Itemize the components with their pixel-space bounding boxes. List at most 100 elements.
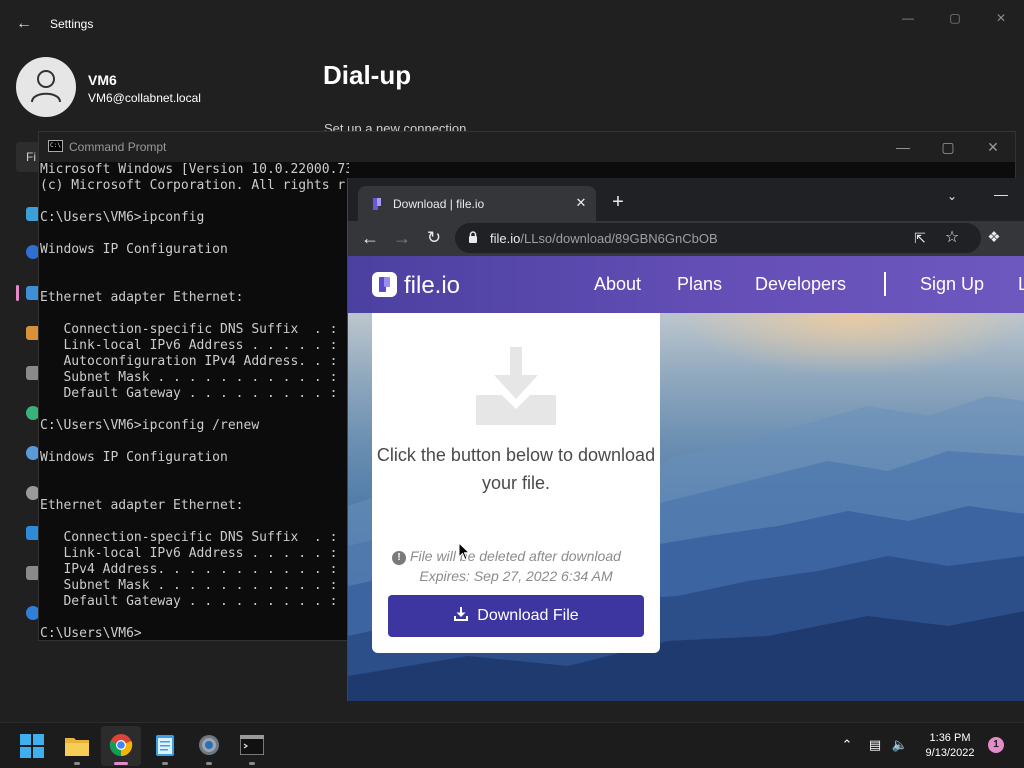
nav-plans[interactable]: Plans — [677, 274, 722, 295]
taskbar-settings[interactable] — [189, 726, 229, 766]
new-tab-button[interactable]: + — [606, 190, 630, 214]
cmd-title: Command Prompt — [69, 140, 167, 154]
taskbar-notepad[interactable] — [145, 726, 185, 766]
cmd-line: C:\Users\VM6>ipconfig /renew — [40, 418, 260, 433]
address-bar[interactable]: file.io/LLso/download/89GBN6GnCbOB ⇱ ☆ — [455, 223, 981, 253]
text-cursor-icon — [458, 542, 471, 561]
user-icon — [31, 70, 61, 103]
bookmark-star-icon[interactable]: ☆ — [942, 228, 962, 248]
cmd-line: Default Gateway . . . . . . . . . : — [40, 386, 338, 401]
tab-file-io[interactable]: Download | file.io ✕ — [358, 186, 596, 221]
page-title: Dial-up — [323, 60, 412, 90]
settings-title: Settings — [50, 17, 94, 31]
show-hidden-icons-chevron-icon[interactable]: ⌃ — [838, 736, 856, 754]
user-name: VM6 — [88, 72, 117, 88]
nav-divider — [884, 272, 886, 296]
cmd-line: C:\Users\VM6>ipconfig — [40, 210, 205, 225]
cmd-icon: C:\ — [48, 140, 63, 152]
nav-developers[interactable]: Developers — [755, 274, 846, 295]
lock-icon[interactable] — [468, 231, 478, 244]
cmd-close-button[interactable]: ✕ — [978, 137, 1008, 157]
start-button[interactable] — [12, 726, 52, 766]
cmd-titlebar[interactable]: C:\ Command Prompt — ▢ ✕ — [39, 132, 1015, 162]
cmd-line: Ethernet adapter Ethernet: — [40, 498, 244, 513]
reload-button[interactable]: ↻ — [422, 226, 446, 250]
folder-icon — [65, 738, 89, 756]
download-card: Click the button below to download your … — [372, 313, 660, 653]
back-arrow-icon[interactable]: ← — [14, 14, 34, 34]
browser-toolbar: ← → ↻ file.io/LLso/download/89GBN6GnCbOB… — [348, 221, 1024, 256]
running-indicator — [162, 762, 168, 765]
chrome-icon — [109, 734, 133, 757]
tab-search-chevron-icon[interactable]: ⌄ — [940, 184, 964, 208]
settings-maximize-button[interactable]: ▢ — [940, 8, 970, 28]
cmd-minimize-button[interactable]: — — [888, 137, 918, 157]
clock-time: 1:36 PM — [929, 732, 971, 744]
cmd-output[interactable]: Microsoft Windows [Version 10.0.22000.73… — [39, 162, 349, 640]
cmd-line: Microsoft Windows [Version 10.0.22000.73… — [40, 162, 349, 177]
volume-icon[interactable]: 🔈 — [891, 736, 909, 754]
taskbar-chrome[interactable] — [101, 726, 141, 766]
taskbar: ⌃ ▤ 🔈 1:36 PM 9/13/2022 1 — [0, 722, 1024, 768]
cmd-line: Subnet Mask . . . . . . . . . . . : — [40, 370, 338, 385]
tab-title: Download | file.io — [393, 197, 485, 211]
taskbar-file-explorer[interactable] — [57, 726, 97, 766]
running-indicator — [249, 762, 255, 765]
tab-strip: Download | file.io ✕ + ⌄ — — [348, 178, 1024, 221]
active-indicator — [114, 762, 128, 765]
network-tray-icon[interactable]: ▤ — [866, 736, 884, 754]
download-tray-icon — [476, 347, 556, 425]
system-clock[interactable]: 1:36 PM 9/13/2022 — [918, 731, 982, 761]
cmd-line: Default Gateway . . . . . . . . . : — [40, 594, 338, 609]
cmd-line: Link-local IPv6 Address . . . . . : — [40, 546, 338, 561]
cmd-line: Windows IP Configuration — [40, 450, 228, 465]
running-indicator — [74, 762, 80, 765]
settings-close-button[interactable]: ✕ — [986, 8, 1016, 28]
settings-titlebar: ← Settings — ▢ ✕ — [0, 0, 1024, 48]
nav-sign-up[interactable]: Sign Up — [920, 274, 984, 295]
cmd-maximize-button[interactable]: ▢ — [933, 137, 963, 157]
download-button-label: Download File — [477, 607, 579, 624]
nav-login[interactable]: L — [1018, 274, 1024, 295]
file-io-favicon-icon — [373, 198, 381, 210]
cmd-line: Link-local IPv6 Address . . . . . : — [40, 338, 338, 353]
site-brand[interactable]: file.io — [404, 272, 460, 300]
delete-warning-text: File will be deleted after download — [410, 548, 621, 564]
extensions-puzzle-icon[interactable]: ❖ — [984, 228, 1004, 248]
expiry-text: Expires: Sep 27, 2022 6:34 AM — [419, 568, 613, 584]
settings-minimize-button[interactable]: — — [893, 8, 923, 28]
file-io-logo-icon[interactable] — [372, 272, 397, 297]
url-text[interactable]: file.io/LLso/download/89GBN6GnCbOB — [490, 231, 718, 246]
download-file-button[interactable]: Download File — [388, 595, 644, 637]
delete-warning: ! File will be deleted after download — [392, 548, 621, 565]
url-host: file.io — [490, 231, 521, 246]
cmd-line: (c) Microsoft Corporation. All rights r — [40, 178, 346, 193]
tab-close-icon[interactable]: ✕ — [572, 194, 590, 212]
clock-date: 9/13/2022 — [925, 747, 975, 759]
share-icon[interactable]: ⇱ — [910, 228, 930, 248]
cmd-line: Connection-specific DNS Suffix . : — [40, 322, 338, 337]
chrome-minimize-button[interactable]: — — [986, 182, 1016, 206]
cmd-line: C:\Users\VM6> — [40, 626, 142, 640]
taskbar-terminal[interactable] — [232, 726, 272, 766]
notepad-icon — [156, 735, 174, 756]
card-message: Click the button below to download your … — [376, 445, 656, 493]
url-path: /LLso/download/89GBN6GnCbOB — [520, 231, 718, 246]
running-indicator — [206, 762, 212, 765]
chrome-window[interactable]: Download | file.io ✕ + ⌄ — ← → ↻ file.io… — [347, 178, 1024, 701]
avatar[interactable] — [16, 57, 76, 117]
back-button[interactable]: ← — [358, 226, 382, 250]
page-viewport: file.io About Plans Developers Sign Up L… — [348, 256, 1024, 701]
cmd-line: Windows IP Configuration — [40, 242, 228, 257]
cmd-line: Connection-specific DNS Suffix . : — [40, 530, 338, 545]
site-navbar: file.io About Plans Developers Sign Up L — [348, 256, 1024, 313]
user-email: VM6@collabnet.local — [88, 91, 201, 105]
cmd-line: Subnet Mask . . . . . . . . . . . : — [40, 578, 338, 593]
terminal-icon — [240, 735, 264, 755]
cmd-line: Ethernet adapter Ethernet: — [40, 290, 244, 305]
cmd-line: Autoconfiguration IPv4 Address. . : — [40, 354, 338, 369]
notification-badge[interactable]: 1 — [988, 737, 1004, 753]
nav-about[interactable]: About — [594, 274, 641, 295]
cmd-line: IPv4 Address. . . . . . . . . . . : — [40, 562, 338, 577]
forward-button[interactable]: → — [390, 226, 414, 250]
